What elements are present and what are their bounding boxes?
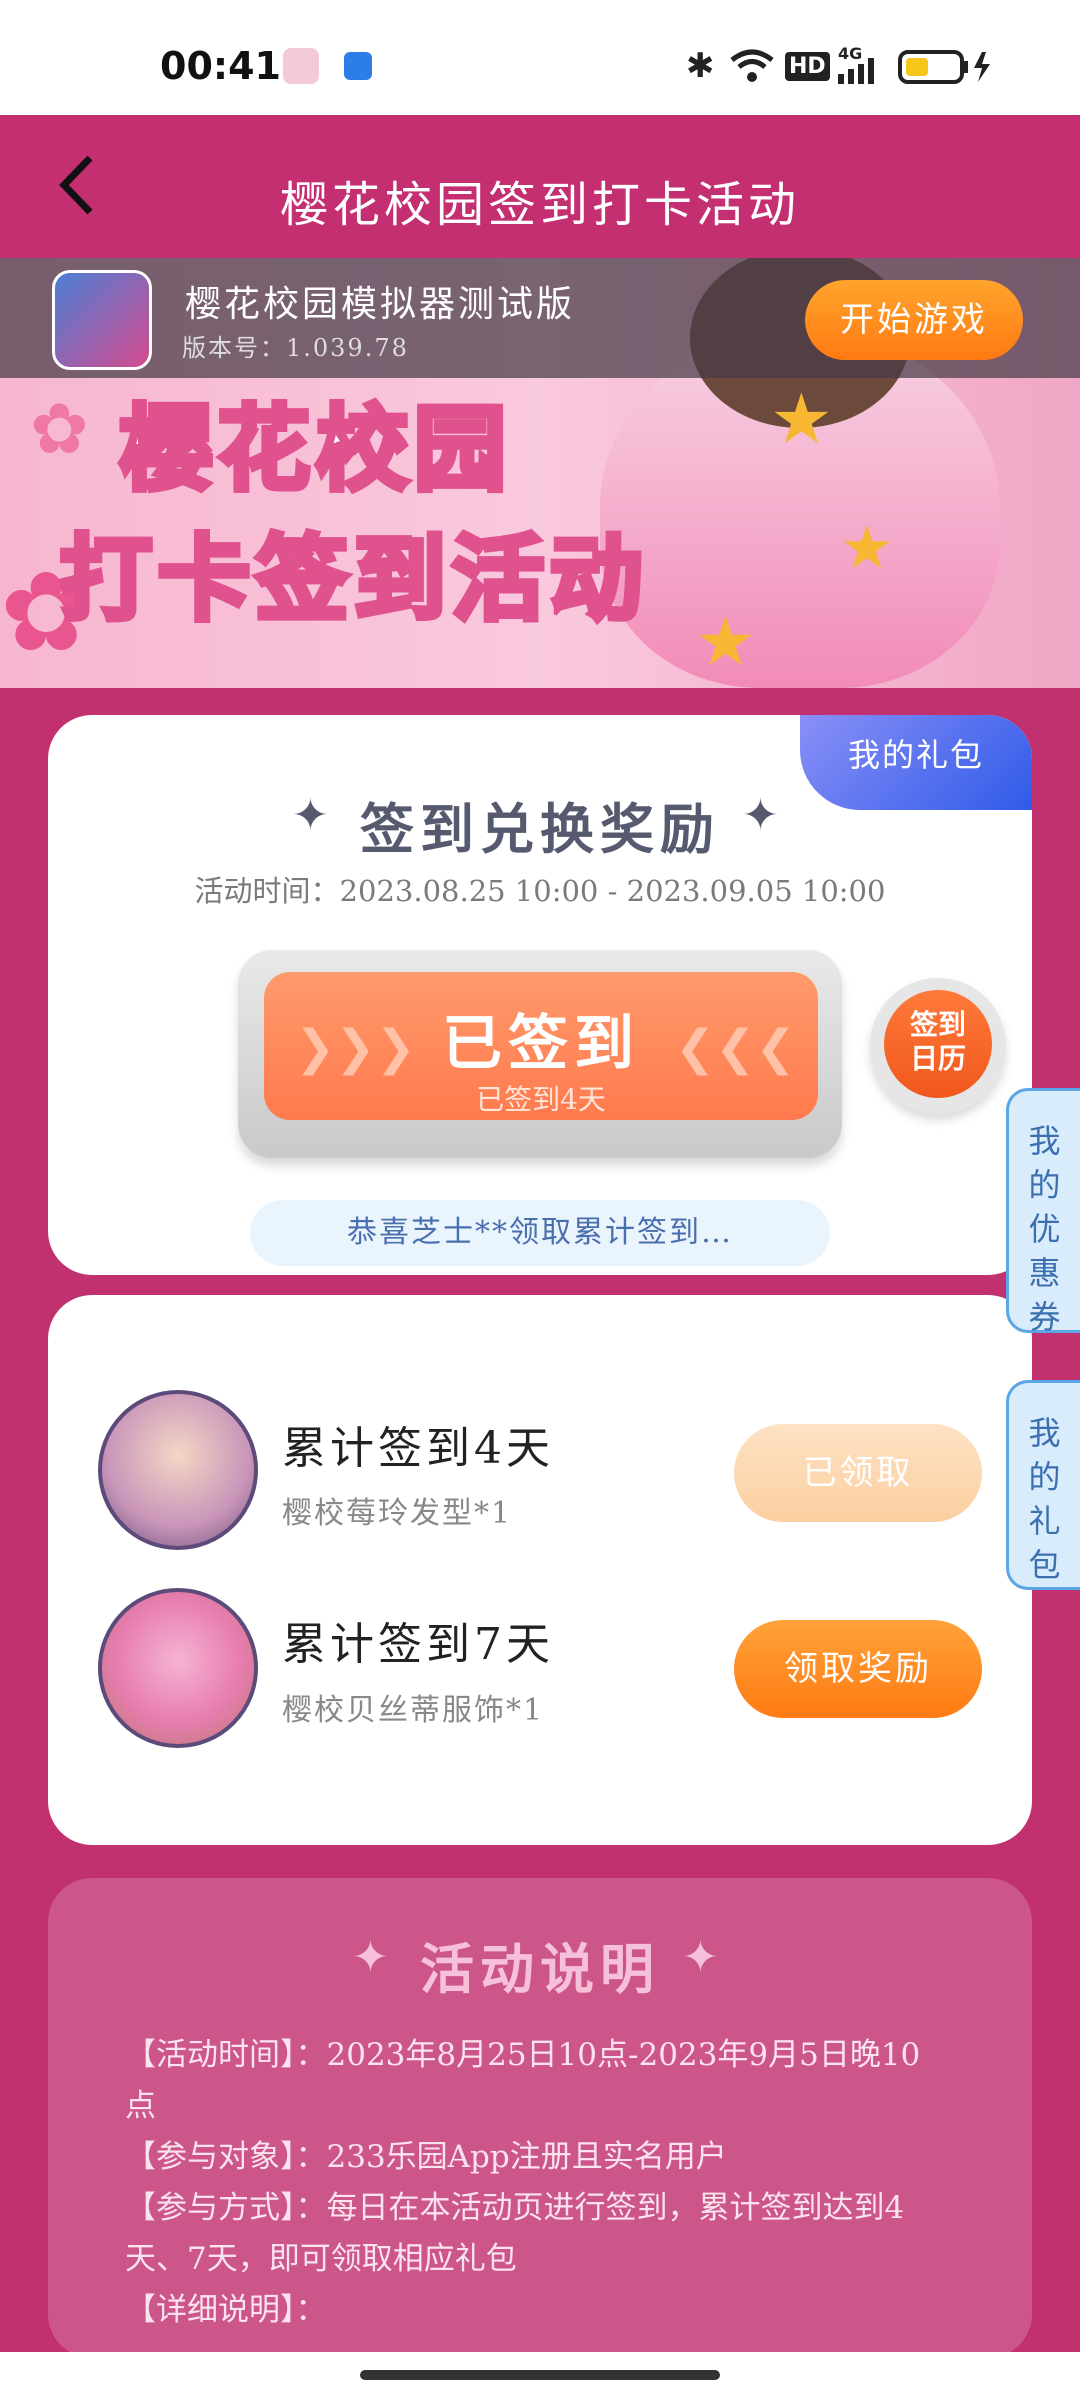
checkin-days: 已签到4天 [476,1083,606,1116]
start-game-button[interactable]: 开始游戏 [805,280,1023,360]
description-line: 【参与方式】：每日在本活动页进行签到，累计签到达到4天、7天，即可领取相应礼包 [125,2190,905,2277]
coupons-tab-label: 我的优惠券 [1028,1122,1061,1336]
page-title: 樱花校园签到打卡活动 [279,177,800,233]
description-line: 【参与对象】：233乐园App注册且实名用户 [125,2139,727,2175]
description-title: 活动说明 [420,1938,660,2001]
my-coupons-tab[interactable]: 我的优惠券 [1006,1088,1080,1336]
banner-title-line2: 打卡签到活动 [57,523,649,636]
claimed-button[interactable]: 已领取 [734,1424,982,1522]
checkin-label: 已签到 [442,1009,640,1079]
hd-badge: HD [785,52,830,81]
checkin-calendar-button[interactable]: 签到日历 [884,990,992,1098]
sakura-flower-icon: ✿ [30,388,89,470]
game-app-icon[interactable] [52,270,152,370]
reward-title: 累计签到7天 [282,1619,554,1670]
wifi-icon [730,49,774,82]
rewards-card [48,1295,1032,1845]
description-line: 【详细说明】： [125,2292,327,2328]
game-name: 樱花校园模拟器测试版 [185,284,576,325]
bluetooth-icon: ✱ [686,46,715,86]
reward-avatar [98,1390,258,1550]
reward-title: 累计签到4天 [282,1423,554,1474]
star-icon: ★ [840,513,894,583]
banner-title-line1: 樱花校园 [117,393,513,506]
claim-marquee: 恭喜芝士**领取累计签到… [250,1200,830,1266]
battery-icon [898,50,990,84]
signal-icon [838,58,874,84]
activity-time: 活动时间：2023.08.25 10:00 - 2023.09.05 10:00 [194,874,886,908]
reward-item: 樱校贝丝蒂服饰*1 [282,1693,545,1728]
app-notification-icon [344,52,372,80]
description-line: 【活动时间】：2023年8月25日10点-2023年9月5日晚10点 [125,2037,921,2124]
description-body: 【活动时间】：2023年8月25日10点-2023年9月5日晚10点 【参与对象… [125,2030,945,2336]
my-gifts-tab[interactable]: 我的礼包 [1006,1380,1080,1590]
game-version: 版本号：1.039.78 [182,334,409,362]
claim-reward-button[interactable]: 领取奖励 [734,1620,982,1718]
reward-avatar [98,1588,258,1748]
app-notification-icon [283,48,319,84]
status-time: 00:41 [160,44,281,88]
gifts-tab-label: 我的礼包 [1028,1414,1061,1584]
star-icon: ★ [770,378,833,460]
home-indicator[interactable] [360,2370,720,2380]
signin-title: 签到兑换奖励 [360,798,720,861]
reward-item: 樱校莓玲发型*1 [282,1496,513,1531]
star-icon: ★ [695,603,756,682]
calendar-button-label: 签到日历 [909,1008,966,1075]
